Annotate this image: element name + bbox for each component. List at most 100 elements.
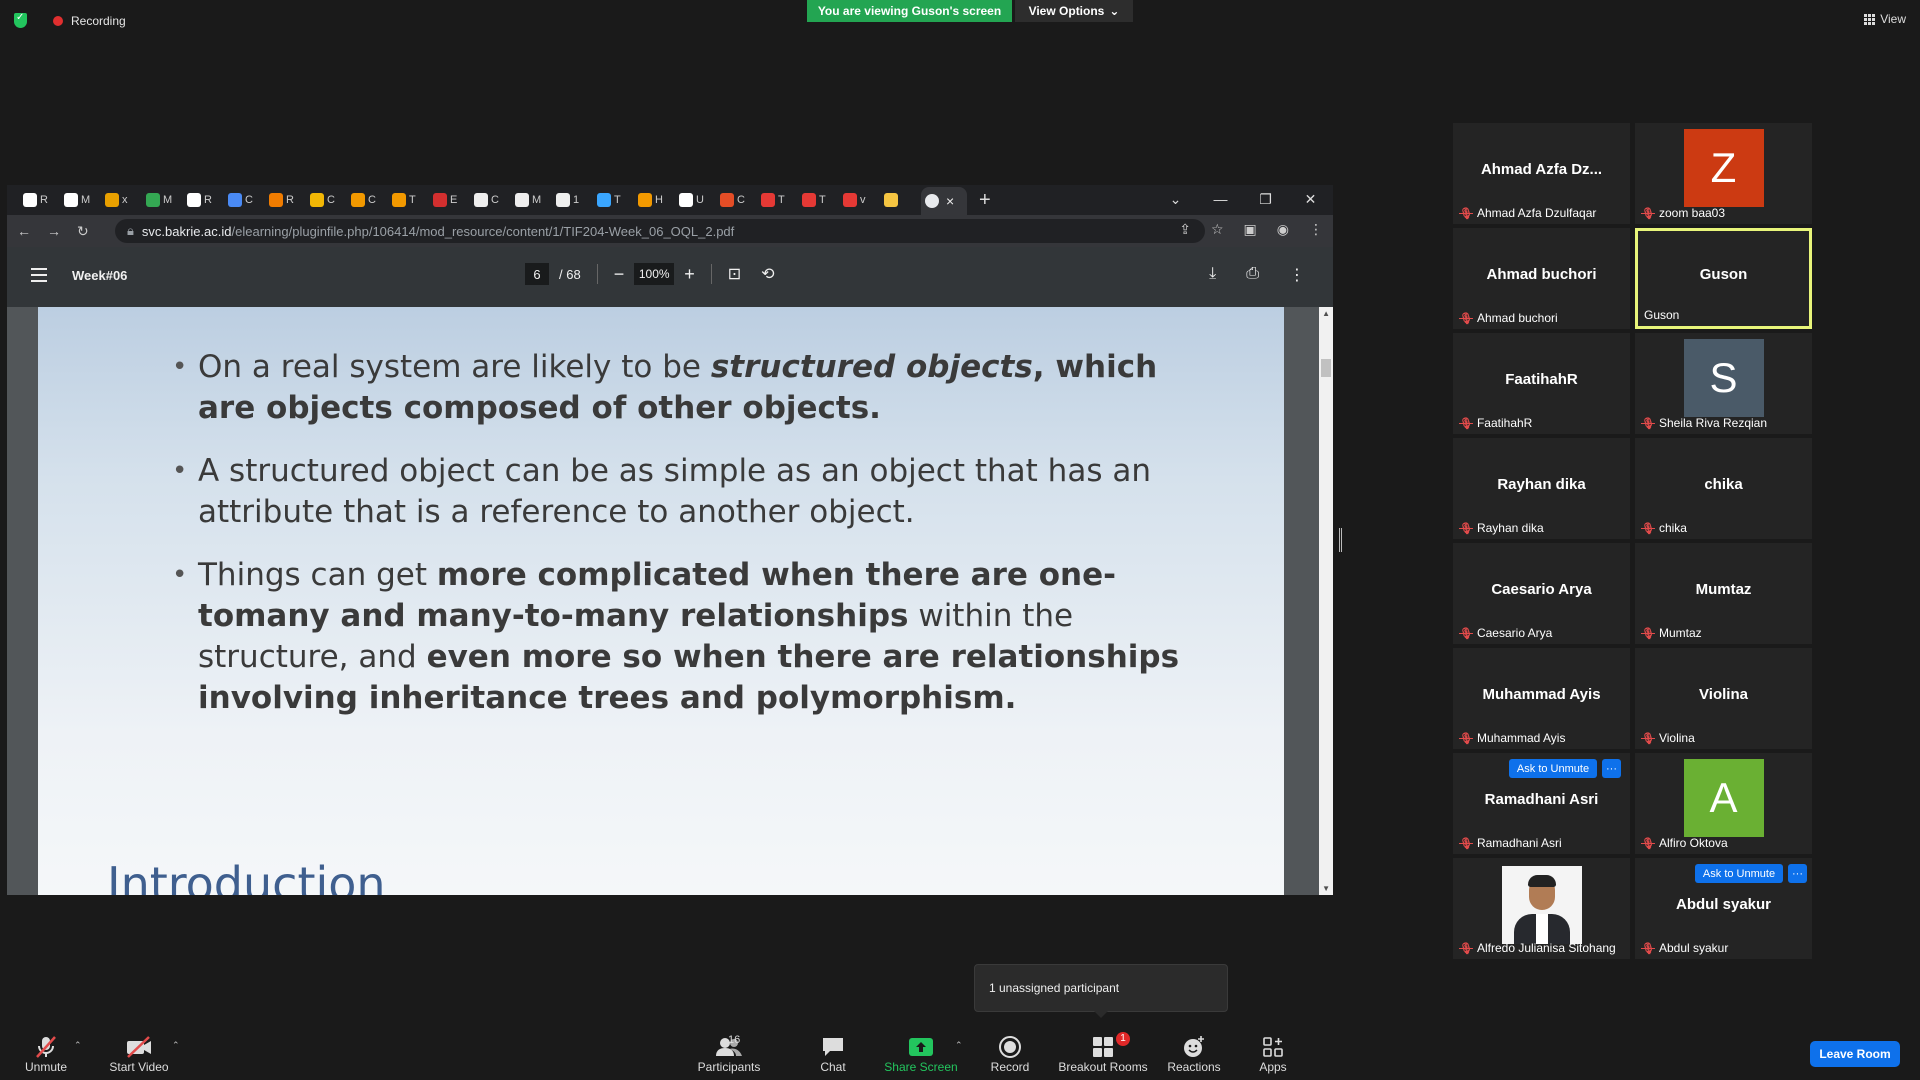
browser-menu-kebab-icon[interactable]: ⋮ xyxy=(1309,221,1323,238)
participant-tile[interactable]: Mumtaz 🎙︎ Mumtaz xyxy=(1635,543,1812,644)
panel-resize-handle[interactable] xyxy=(1339,528,1342,552)
participant-tile[interactable]: Caesario Arya 🎙︎ Caesario Arya xyxy=(1453,543,1630,644)
participant-tile[interactable]: A 🎙︎ Alfiro Oktova xyxy=(1635,753,1812,854)
zoom-level-input[interactable]: 100% xyxy=(634,263,675,285)
url-input[interactable]: 🔒︎ svc.bakrie.ac.id/elearning/pluginfile… xyxy=(115,219,1205,243)
window-controls: ⌄ — ❐ ✕ xyxy=(1153,185,1333,215)
browser-tab[interactable]: M xyxy=(511,188,552,212)
reactions-button[interactable]: Reactions xyxy=(1166,1034,1222,1074)
participant-tile[interactable]: Ahmad buchori 🎙︎ Ahmad buchori xyxy=(1453,228,1630,329)
close-window-icon[interactable]: ✕ xyxy=(1288,185,1333,215)
address-bar-row: ← → ↻ 🔒︎ svc.bakrie.ac.id/elearning/plug… xyxy=(7,215,1333,247)
pdf-scrollbar[interactable]: ▲ ▼ xyxy=(1319,307,1333,895)
browser-tab[interactable]: M xyxy=(60,188,101,212)
participant-tile[interactable]: Abdul syakur Ask to Unmute ··· 🎙︎ Abdul syak… xyxy=(1635,858,1812,959)
more-options-button[interactable]: ··· xyxy=(1602,759,1621,778)
download-icon[interactable]: ⤓ xyxy=(1209,265,1216,285)
browser-tab[interactable]: U xyxy=(675,188,716,212)
browser-tab[interactable]: T xyxy=(388,188,429,212)
start-video-button[interactable]: Start Video xyxy=(107,1034,171,1074)
browser-tab[interactable]: T xyxy=(798,188,839,212)
profile-avatar[interactable]: ◉ xyxy=(1277,221,1289,238)
browser-tab[interactable]: T xyxy=(593,188,634,212)
print-icon[interactable]: ⎙ xyxy=(1246,265,1259,285)
record-button[interactable]: Record xyxy=(985,1034,1035,1074)
bookmark-star-icon[interactable]: ☆ xyxy=(1211,221,1224,238)
pdf-title: Week#06 xyxy=(72,268,128,283)
tab-search-chevron-icon[interactable]: ⌄ xyxy=(1153,185,1198,215)
unmute-button[interactable]: Unmute xyxy=(20,1034,72,1074)
lock-icon[interactable]: 🔒︎ xyxy=(127,223,134,239)
rotate-icon[interactable]: ⟲ xyxy=(761,264,774,284)
browser-tab[interactable]: C xyxy=(347,188,388,212)
browser-tab[interactable]: T xyxy=(757,188,798,212)
video-options-caret-icon[interactable]: ⌃ xyxy=(172,1040,180,1051)
browser-tab-active[interactable]: × xyxy=(921,187,967,215)
browser-tab-label: M xyxy=(532,194,542,206)
hamburger-menu-icon[interactable] xyxy=(31,268,47,282)
pdf-more-kebab-icon[interactable]: ⋮ xyxy=(1289,265,1305,285)
doc-icon xyxy=(556,193,570,207)
browser-tab[interactable] xyxy=(880,188,921,212)
browser-tab[interactable]: C xyxy=(306,188,347,212)
participants-button[interactable]: 16 Participants xyxy=(694,1034,764,1074)
participant-tile[interactable]: Ramadhani Asri Ask to Unmute ··· 🎙︎ Ramadhan… xyxy=(1453,753,1630,854)
participant-tile[interactable]: FaatihahR 🎙︎ FaatihahR xyxy=(1453,333,1630,434)
scroll-up-icon[interactable]: ▲ xyxy=(1322,309,1330,318)
page-number-input[interactable]: 6 xyxy=(525,263,549,285)
more-options-button[interactable]: ··· xyxy=(1788,864,1807,883)
browser-tab[interactable]: C xyxy=(716,188,757,212)
participant-tile[interactable]: Z 🎙︎ zoom baa03 xyxy=(1635,123,1812,224)
browser-tab[interactable]: M xyxy=(142,188,183,212)
red-icon xyxy=(761,193,775,207)
participant-tile[interactable]: Muhammad Ayis 🎙︎ Muhammad Ayis xyxy=(1453,648,1630,749)
back-arrow-icon[interactable]: ← xyxy=(17,223,31,239)
minimize-icon[interactable]: — xyxy=(1198,185,1243,215)
recording-indicator[interactable]: Recording xyxy=(14,12,126,28)
browser-tab[interactable]: R xyxy=(19,188,60,212)
browser-tab[interactable]: H xyxy=(634,188,675,212)
fit-page-icon[interactable]: ⊡ xyxy=(728,264,741,284)
browser-tab-label: R xyxy=(40,194,48,206)
share-icon[interactable]: ⇪ xyxy=(1179,221,1191,238)
view-layout-button[interactable]: View xyxy=(1864,12,1906,26)
chat-button[interactable]: Chat xyxy=(808,1034,858,1074)
zoom-in-icon[interactable]: + xyxy=(684,264,695,285)
restore-icon[interactable]: ❐ xyxy=(1243,185,1288,215)
browser-tab[interactable]: C xyxy=(224,188,265,212)
browser-tab[interactable]: R xyxy=(265,188,306,212)
share-screen-button[interactable]: Share Screen xyxy=(883,1034,959,1074)
browser-tab[interactable]: E xyxy=(429,188,470,212)
pdf-viewport[interactable]: On a real system are likely to be struct… xyxy=(7,307,1333,895)
close-tab-icon[interactable]: × xyxy=(946,193,954,209)
ask-to-unmute-button[interactable]: Ask to Unmute xyxy=(1695,864,1783,883)
scrollbar-thumb[interactable] xyxy=(1321,359,1331,377)
browser-tab[interactable]: C xyxy=(470,188,511,212)
view-options-button[interactable]: View Options ⌄ xyxy=(1015,0,1133,22)
side-panel-icon[interactable]: ▣ xyxy=(1244,221,1257,238)
zoom-top-bar: Recording You are viewing Guson's screen… xyxy=(0,0,1920,40)
encryption-shield-icon[interactable] xyxy=(14,12,27,28)
scroll-down-icon[interactable]: ▼ xyxy=(1322,884,1330,893)
share-options-caret-icon[interactable]: ⌃ xyxy=(955,1040,963,1051)
participant-tile[interactable]: Guson Guson xyxy=(1635,228,1812,329)
apps-button[interactable]: Apps xyxy=(1256,1034,1290,1074)
participant-tile[interactable]: chika 🎙︎ chika xyxy=(1635,438,1812,539)
reload-icon[interactable]: ↻ xyxy=(77,223,89,240)
leave-room-button[interactable]: Leave Room xyxy=(1810,1041,1900,1067)
participant-tile[interactable]: Ahmad Azfa Dz... 🎙︎ Ahmad Azfa Dzulfaqar xyxy=(1453,123,1630,224)
participant-tile[interactable]: S 🎙︎ Sheila Riva Rezqian xyxy=(1635,333,1812,434)
ask-to-unmute-button[interactable]: Ask to Unmute xyxy=(1509,759,1597,778)
participant-tile[interactable]: 🎙︎ Alfredo Julianisa Sitohang xyxy=(1453,858,1630,959)
browser-tab[interactable]: R xyxy=(183,188,224,212)
audio-options-caret-icon[interactable]: ⌃ xyxy=(74,1040,82,1051)
participant-tile[interactable]: Violina 🎙︎ Violina xyxy=(1635,648,1812,749)
participant-tile[interactable]: Rayhan dika 🎙︎ Rayhan dika xyxy=(1453,438,1630,539)
browser-tab[interactable]: 1 xyxy=(552,188,593,212)
zoom-out-icon[interactable]: − xyxy=(614,264,625,285)
browser-tab[interactable]: x xyxy=(101,188,142,212)
forward-arrow-icon[interactable]: → xyxy=(47,223,61,239)
browser-tab[interactable]: v xyxy=(839,188,880,212)
breakout-rooms-button[interactable]: 1 Breakout Rooms xyxy=(1058,1032,1148,1074)
new-tab-plus-icon[interactable]: + xyxy=(979,189,991,212)
